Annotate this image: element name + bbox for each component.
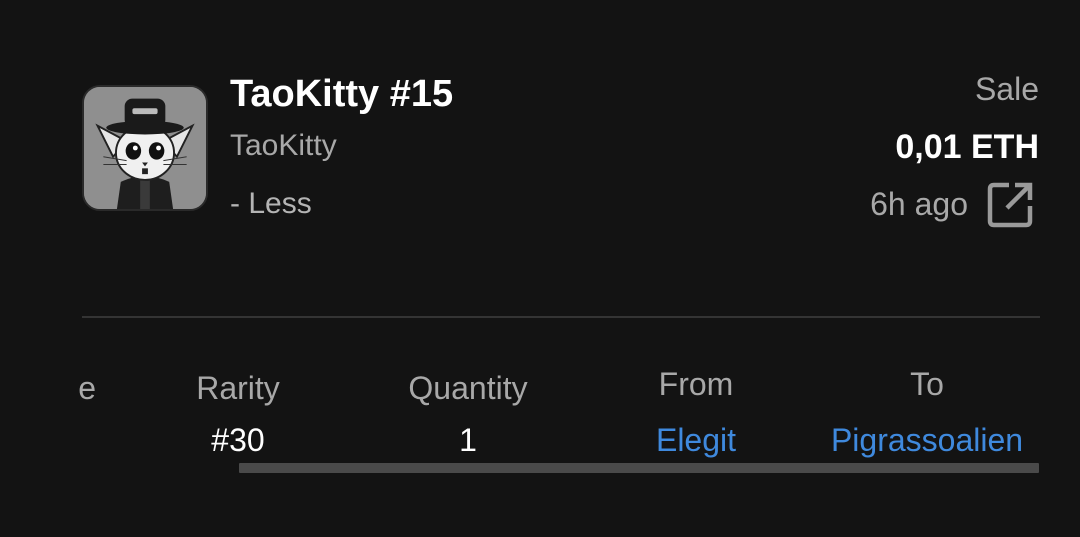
- nft-thumbnail[interactable]: [82, 85, 208, 211]
- quantity-label: Quantity: [408, 370, 528, 406]
- to-label: To: [910, 366, 944, 402]
- nft-title[interactable]: TaoKitty #15: [230, 72, 453, 116]
- from-address-link[interactable]: Elegit: [636, 420, 756, 460]
- event-time: 6h ago: [870, 186, 968, 222]
- rarity-label: Rarity: [196, 370, 280, 406]
- collection-name[interactable]: TaoKitty: [230, 128, 337, 164]
- details-scroll-area[interactable]: e Rarity #30 Quantity 1 From Elegit To P…: [0, 360, 1080, 480]
- less-toggle[interactable]: - Less: [230, 186, 312, 222]
- sale-price: 0,01 ETH: [895, 128, 1039, 166]
- from-column: From Elegit: [636, 364, 756, 460]
- quantity-column: Quantity 1: [388, 368, 548, 460]
- to-column: To Pigrassoalien: [812, 364, 1042, 460]
- rarity-value: #30: [211, 422, 265, 458]
- open-in-new-icon[interactable]: [985, 178, 1037, 230]
- section-divider: [82, 316, 1040, 318]
- clipped-column-label: e: [78, 370, 96, 406]
- event-type-label: Sale: [974, 71, 1039, 107]
- kitty-image: [84, 87, 206, 209]
- from-label: From: [658, 366, 734, 402]
- quantity-value: 1: [459, 422, 477, 458]
- to-address-link[interactable]: Pigrassoalien: [812, 420, 1042, 460]
- horizontal-scrollbar[interactable]: [239, 463, 1039, 473]
- rarity-column: Rarity #30: [178, 368, 298, 460]
